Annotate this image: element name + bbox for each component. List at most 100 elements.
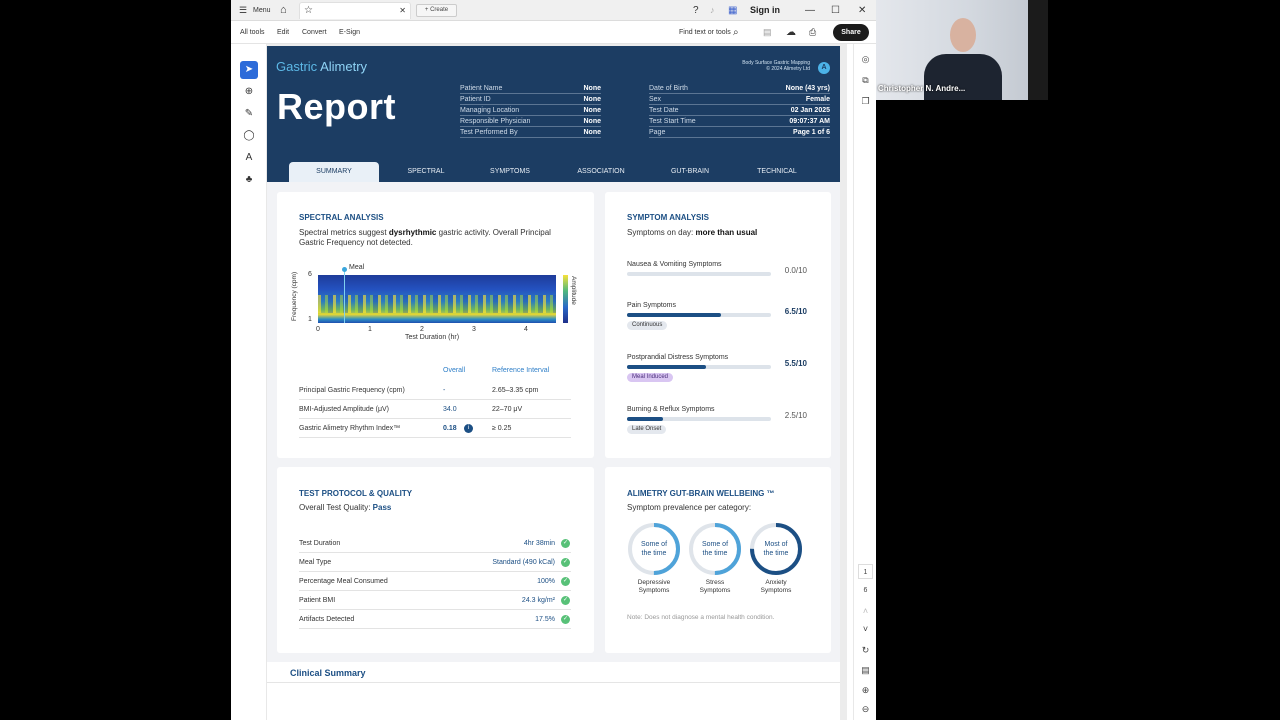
create-button[interactable]: + Create bbox=[416, 4, 457, 17]
page-down-icon[interactable]: ˅ bbox=[858, 622, 873, 637]
page-number-current[interactable]: 1 bbox=[858, 564, 873, 579]
symptom-bar bbox=[627, 417, 771, 421]
select-arrow-icon[interactable]: ➤ bbox=[240, 61, 258, 79]
tab-technical[interactable]: TECHNICAL bbox=[733, 162, 821, 182]
menu-icon[interactable]: ☰ bbox=[239, 0, 247, 21]
col-reference-header: Reference Interval bbox=[492, 367, 550, 374]
home-icon[interactable]: ⌂ bbox=[280, 0, 287, 21]
person-head bbox=[950, 18, 976, 52]
metric-overall: 34.0 bbox=[443, 406, 457, 413]
tab-symptoms[interactable]: SYMPTOMS bbox=[465, 162, 555, 182]
info-icon[interactable]: i bbox=[464, 424, 473, 433]
patient-info-row: Test Start Time 09:07:37 AM bbox=[649, 116, 830, 127]
tab-association[interactable]: ASSOCIATION bbox=[557, 162, 645, 182]
patient-info-row: Page Page 1 of 6 bbox=[649, 127, 830, 138]
alimetry-logo-icon: A bbox=[818, 62, 830, 74]
upload-cloud-icon[interactable]: ☁ bbox=[786, 21, 796, 44]
x-axis-label: Test Duration (hr) bbox=[405, 334, 460, 341]
protocol-value: Standard (490 kCal) bbox=[492, 559, 555, 566]
gutbrain-description: Symptom prevalence per category: bbox=[627, 503, 752, 512]
find-text-input[interactable]: Find text or tools bbox=[679, 21, 731, 44]
symptom-bar-fill bbox=[627, 313, 721, 317]
metric-overall: 0.18 bbox=[443, 425, 457, 432]
patient-info-value: Page 1 of 6 bbox=[793, 129, 830, 136]
menu-button[interactable]: Menu bbox=[253, 0, 271, 21]
tab-spectral[interactable]: SPECTRAL bbox=[382, 162, 470, 182]
bell-icon[interactable]: ♪ bbox=[710, 0, 715, 21]
bookmark-icon[interactable]: ⧉ bbox=[858, 73, 873, 88]
gauge-text: Some of the time bbox=[688, 540, 742, 558]
x-tick: 4 bbox=[524, 326, 528, 333]
help-icon[interactable]: ? bbox=[693, 0, 699, 21]
close-window-icon[interactable]: ✕ bbox=[858, 0, 866, 21]
y-axis-label: Frequency (cpm) bbox=[291, 271, 298, 321]
zoom-icon[interactable]: ⊕ bbox=[240, 83, 258, 101]
test-protocol-card: TEST PROTOCOL & QUALITY Overall Test Qua… bbox=[277, 467, 594, 653]
text-box-icon[interactable]: A bbox=[240, 149, 258, 167]
menu-edit[interactable]: Edit bbox=[277, 21, 289, 44]
minimize-icon[interactable]: — bbox=[805, 0, 815, 21]
check-icon: ✓ bbox=[561, 558, 570, 567]
search-icon[interactable]: ⌕ bbox=[733, 21, 739, 44]
close-tab-icon[interactable]: ✕ bbox=[399, 3, 406, 19]
amplitude-colorbar bbox=[563, 275, 568, 323]
patient-info-row: Sex Female bbox=[649, 94, 830, 105]
spectral-desc-prefix: Spectral metrics suggest bbox=[299, 228, 389, 237]
left-tool-rail: ➤ ⊕ ✎ ◯ A ♣ bbox=[231, 44, 267, 720]
rotate-icon[interactable]: ↻ bbox=[858, 643, 873, 658]
apps-grid-icon[interactable]: ▦ bbox=[728, 0, 737, 21]
check-icon: ✓ bbox=[561, 596, 570, 605]
meal-marker-dot bbox=[342, 267, 347, 272]
gut-brain-card: ALIMETRY GUT-BRAIN WELLBEING ™ Symptom p… bbox=[605, 467, 831, 653]
pen-icon[interactable]: ✎ bbox=[240, 105, 258, 123]
gutbrain-title: ALIMETRY GUT-BRAIN WELLBEING ™ bbox=[627, 489, 775, 498]
metric-row: Gastric Alimetry Rhythm Index™ 0.18 i ≥ 0.2… bbox=[299, 419, 571, 438]
page-up-icon[interactable]: ˄ bbox=[858, 604, 873, 619]
gauge-label: Anxiety Symptoms bbox=[746, 579, 806, 595]
document-tab[interactable]: ☆ ✕ bbox=[299, 2, 411, 19]
patient-info-label: Test Start Time bbox=[649, 118, 696, 125]
zoom-in-icon[interactable]: ⊕ bbox=[858, 683, 873, 698]
gauge-text: Most of the time bbox=[749, 540, 803, 558]
stamp-icon[interactable]: ♣ bbox=[240, 171, 258, 189]
meal-label: Meal bbox=[349, 264, 365, 271]
comment-icon[interactable]: ◎ bbox=[858, 52, 873, 67]
maximize-icon[interactable]: ☐ bbox=[831, 0, 840, 21]
x-tick: 0 bbox=[316, 326, 320, 333]
protocol-row: Percentage Meal Consumed 100% ✓ bbox=[299, 572, 571, 591]
tab-gut-brain[interactable]: GUT-BRAIN bbox=[645, 162, 735, 182]
spectral-description: Spectral metrics suggest dysrhythmic gas… bbox=[299, 228, 559, 248]
gauge-text-line1: Some of bbox=[640, 541, 668, 548]
patient-info-row: Test Performed By None bbox=[460, 127, 601, 138]
patient-info-row: Date of Birth None (43 yrs) bbox=[649, 83, 830, 94]
print-icon[interactable]: ⎙ bbox=[809, 21, 816, 44]
pages-icon[interactable]: ❐ bbox=[858, 94, 873, 109]
metric-name: Principal Gastric Frequency (cpm) bbox=[299, 387, 405, 394]
save-icon[interactable]: ▤ bbox=[763, 21, 772, 44]
brand-part1: Gastric bbox=[276, 59, 321, 74]
protocol-label: Test Duration bbox=[299, 540, 341, 547]
symptom-row: Pain Symptoms 6.5/10 Continuous bbox=[605, 302, 831, 342]
document-icon[interactable]: ▤ bbox=[858, 663, 873, 678]
document-viewer[interactable]: Gastric Alimetry Report Body Surface Gas… bbox=[267, 44, 847, 720]
tab-summary[interactable]: SUMMARY bbox=[289, 162, 379, 182]
col-overall-header: Overall bbox=[443, 367, 466, 374]
zoom-out-icon[interactable]: ⊖ bbox=[858, 702, 873, 717]
symptom-analysis-card: SYMPTOM ANALYSIS Symptoms on day: more t… bbox=[605, 192, 831, 458]
sign-in-button[interactable]: Sign in bbox=[750, 0, 780, 21]
metric-name: Gastric Alimetry Rhythm Index™ bbox=[299, 425, 401, 432]
lasso-icon[interactable]: ◯ bbox=[240, 127, 258, 145]
person-body bbox=[924, 54, 1002, 100]
menu-all-tools[interactable]: All tools bbox=[240, 21, 265, 44]
menu-convert[interactable]: Convert bbox=[302, 21, 327, 44]
patient-info-value: Female bbox=[805, 96, 830, 103]
patient-info-value: None bbox=[583, 85, 602, 92]
symptom-name: Postprandial Distress Symptoms bbox=[627, 354, 729, 361]
star-icon[interactable]: ☆ bbox=[304, 3, 313, 19]
share-button[interactable]: Share bbox=[833, 24, 869, 41]
protocol-title: TEST PROTOCOL & QUALITY bbox=[299, 489, 413, 498]
menu-esign[interactable]: E-Sign bbox=[339, 21, 360, 44]
patient-info-row: Patient ID None bbox=[460, 94, 601, 105]
gauge-text-line2: the time bbox=[641, 550, 667, 557]
x-tick: 2 bbox=[420, 326, 424, 333]
